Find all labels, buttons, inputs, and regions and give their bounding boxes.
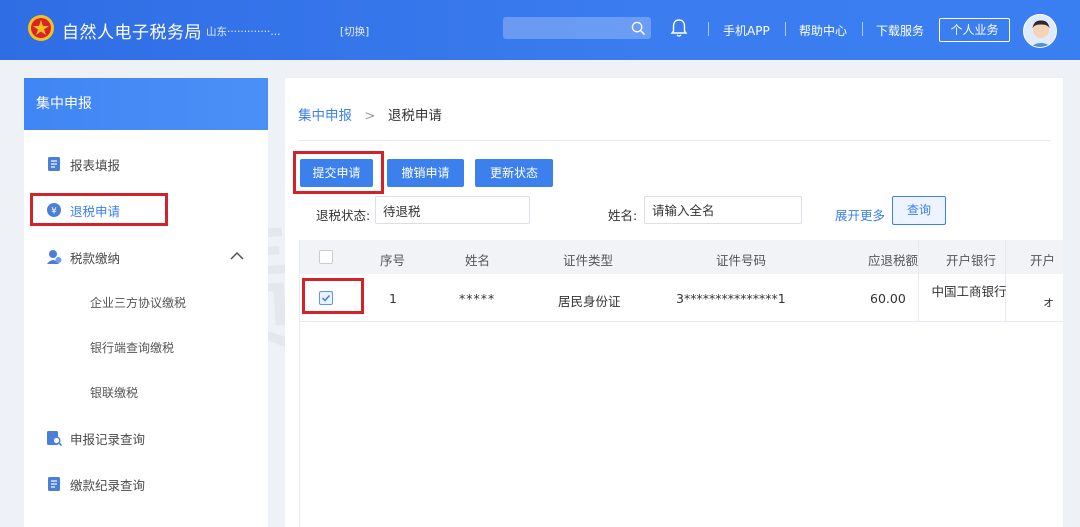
header-divider <box>785 22 786 36</box>
header-divider <box>862 22 863 36</box>
refund-status-field[interactable] <box>375 196 530 224</box>
payment-record-icon <box>48 477 60 491</box>
user-avatar-icon <box>1024 15 1056 47</box>
cancel-application-button[interactable]: 撤销申请 <box>387 159 464 187</box>
help-center-link[interactable]: 帮助中心 <box>799 22 847 39</box>
region-label: 山东·············... <box>206 26 281 38</box>
header-divider <box>708 22 709 36</box>
sidebar-item-filing-records[interactable]: 申报记录查询 <box>24 423 268 453</box>
cell-bank: 中国工商银行 <box>931 284 1007 299</box>
column-header: 序号 <box>380 253 406 268</box>
sidebar-subitem-bank-query[interactable]: 银行端查询缴税 <box>90 339 174 356</box>
payment-icon <box>47 250 62 264</box>
report-icon <box>48 157 60 171</box>
breadcrumb: 集中申报 > 退税申请 <box>298 104 442 124</box>
tax-emblem-icon <box>28 15 54 41</box>
sidebar-item-label: 税款缴纳 <box>70 250 121 266</box>
breadcrumb-current: 退税申请 <box>387 108 442 124</box>
highlight-box-refund-item <box>30 193 168 226</box>
app-title: 自然人电子税务局 <box>62 23 202 43</box>
sidebar-item-label: 报表填报 <box>70 157 121 173</box>
sidebar-title: 集中申报 <box>24 78 268 130</box>
bell-icon[interactable] <box>668 17 690 39</box>
cell-name: ***** <box>459 291 496 306</box>
expand-more-link[interactable]: 展开更多 <box>835 205 885 224</box>
sidebar-item-payment-records[interactable]: 缴款纪录查询 <box>24 469 268 499</box>
sidebar-item-report-filing[interactable]: 报表填报 <box>24 149 268 179</box>
column-header: 证件号码 <box>716 253 767 268</box>
refund-table: 序号 姓名 证件类型 证件号码 应退税额 开户银行 开户 1 ***** 居民身… <box>299 240 1063 527</box>
search-input[interactable] <box>503 17 651 39</box>
cell-index: 1 <box>389 291 397 306</box>
highlight-box-submit-button <box>293 151 384 194</box>
column-header: 应退税额 <box>868 253 919 268</box>
column-header: 姓名 <box>465 253 491 268</box>
table-row[interactable]: 1 ***** 居民身份证 3***************1 60.00 中国… <box>300 274 1063 322</box>
sidebar-item-label: 申报记录查询 <box>70 431 146 447</box>
chevron-up-icon[interactable] <box>230 251 244 261</box>
sidebar-item-label: 缴款纪录查询 <box>70 477 146 493</box>
sidebar-subitem-three-party[interactable]: 企业三方协议缴税 <box>90 294 186 311</box>
search-icon[interactable] <box>631 21 646 36</box>
sidebar-subitem-unionpay[interactable]: 银联缴税 <box>90 384 138 401</box>
cell-bank-extra: ォ <box>1042 294 1055 309</box>
select-all-checkbox[interactable] <box>319 250 333 264</box>
query-button[interactable]: 查询 <box>892 196 946 225</box>
table-header: 序号 姓名 证件类型 证件号码 应退税额 开户银行 开户 <box>300 240 1063 274</box>
top-header: 自然人电子税务局 山东·············... [切换] 手机APP 帮… <box>0 0 1080 60</box>
main-panel: 集中申报 > 退税申请 提交申请 撤销申请 更新状态 退税状态: 姓名: 展开更… <box>285 78 1063 527</box>
highlight-box-row-checkbox <box>302 278 364 314</box>
switch-region-link[interactable]: [切换] <box>340 24 369 39</box>
column-header: 开户银行 <box>946 253 997 268</box>
refund-status-label: 退税状态: <box>316 208 371 223</box>
mobile-app-link[interactable]: 手机APP <box>723 22 770 39</box>
personal-business-button[interactable]: 个人业务 <box>939 18 1010 42</box>
column-header: 开户 <box>1030 253 1056 268</box>
update-status-button[interactable]: 更新状态 <box>475 159 553 187</box>
breadcrumb-separator-icon: > <box>364 108 376 124</box>
breadcrumb-parent[interactable]: 集中申报 <box>298 108 352 124</box>
divider <box>298 140 1050 141</box>
name-label: 姓名: <box>608 208 638 223</box>
cell-id-type: 居民身份证 <box>558 294 621 309</box>
avatar[interactable] <box>1023 14 1057 48</box>
column-header: 证件类型 <box>563 253 614 268</box>
name-field[interactable] <box>644 196 802 224</box>
cell-id-number: 3***************1 <box>676 291 786 306</box>
record-search-icon <box>47 431 62 446</box>
sidebar: 集中申报 报表填报 ¥ 退税申请 税款缴纳 企业三方协议缴税 银行端查询缴税 银… <box>24 78 268 527</box>
cell-refund-amount: 60.00 <box>870 291 906 306</box>
download-service-link[interactable]: 下载服务 <box>876 22 924 39</box>
